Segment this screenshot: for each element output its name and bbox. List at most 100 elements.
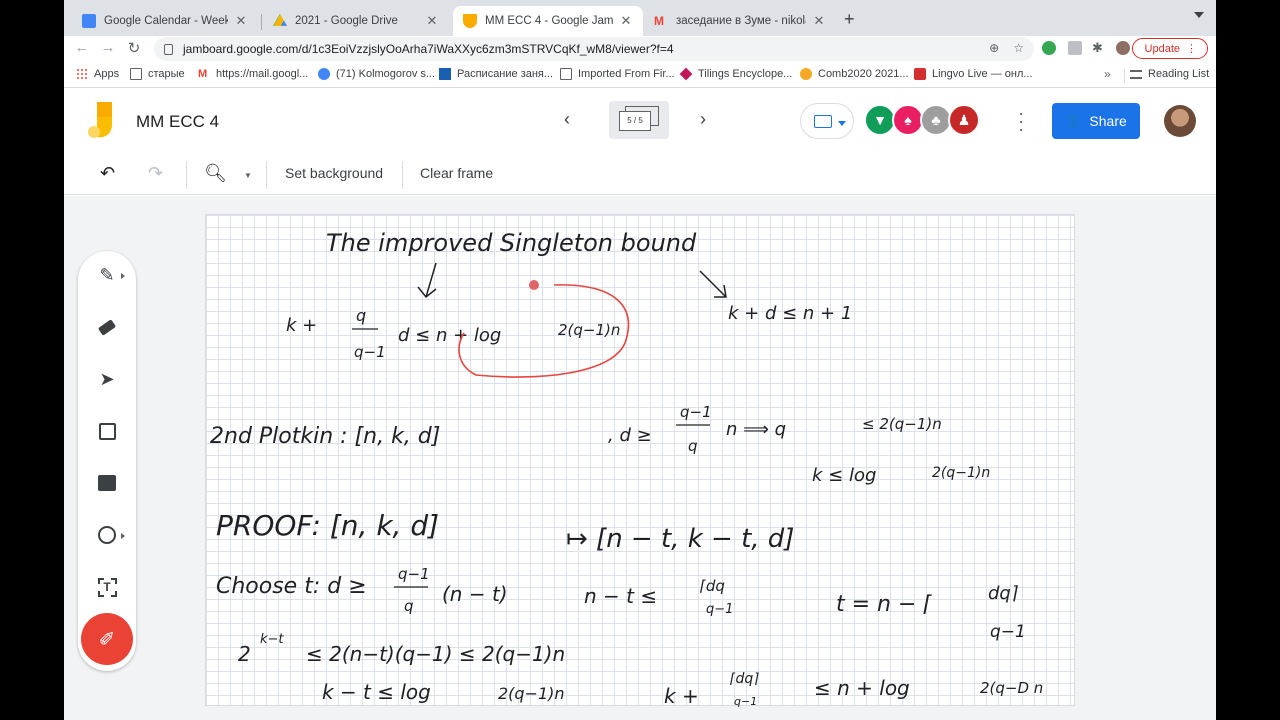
bookmark-gmail[interactable]: M https://mail.googl... (198, 68, 308, 80)
plotkin-frac-den: q (688, 437, 698, 455)
calendar-icon (82, 14, 96, 28)
close-icon[interactable]: ✕ (425, 13, 439, 29)
grammarly-icon[interactable] (1042, 41, 1056, 55)
back-icon[interactable]: ← (72, 39, 92, 56)
collaborator-avatars: ▼ ♠ ♣ ♟ (864, 104, 980, 136)
bookmark-label: старые (148, 68, 185, 80)
undo-icon[interactable]: ↶ (100, 163, 115, 184)
eraser-icon (97, 318, 117, 336)
circle-icon (98, 526, 116, 544)
choose-mid-num: ⌈dq (700, 577, 725, 595)
close-icon[interactable]: ✕ (812, 13, 826, 29)
tab-title: заседание в Зуме - nikolay.ve... (676, 15, 806, 27)
bookmark-apps[interactable]: Apps (76, 68, 119, 80)
bookmark-lingvo[interactable]: Lingvo Live — онл... (914, 68, 1033, 80)
ineq-tail: ≤ 2(n−t)(q−1) ≤ 2(q−1)n (306, 642, 565, 666)
address-bar[interactable]: jamboard.google.com/d/1c3EoiVzzjslyOoArh… (154, 37, 1034, 61)
choose-right-den: q−1 (990, 622, 1026, 642)
tab-title: MM ECC 4 - Google Jamboard (485, 15, 613, 27)
plotkin-result2: k ≤ log (812, 465, 876, 486)
avatar[interactable]: ♟ (948, 104, 980, 136)
bookmark-folder-old[interactable]: старые (130, 68, 185, 80)
laser-tool[interactable]: ✐ (81, 613, 133, 665)
star-icon[interactable]: ☆ (1013, 41, 1024, 55)
bookmark-label: Расписание заня... (457, 68, 554, 80)
title-text: The improved Singleton bound (326, 229, 697, 257)
formula1-frac-num: q (356, 306, 366, 325)
tab-google-calendar[interactable]: Google Calendar - Week of 22... ✕ (72, 6, 258, 36)
browser-toolbar: ← → ↻ jamboard.google.com/d/1c3EoiVzzjsl… (64, 36, 1216, 62)
zoom-icon[interactable]: 🔍︎ (204, 163, 227, 184)
bookmark-imported[interactable]: Imported From Fir... (560, 68, 675, 80)
laser-pointer-dot (529, 280, 539, 290)
gmail-icon: M (654, 14, 664, 28)
forward-icon[interactable]: → (98, 39, 118, 56)
shape-tool[interactable] (87, 515, 127, 555)
lingvo-icon (914, 68, 926, 80)
add-image-tool[interactable] (87, 463, 127, 503)
formula1-frac-den: q−1 (354, 343, 386, 361)
proof-text: PROOF: [n, k, d] (216, 509, 439, 542)
bookmark-label: Comb2020 2021... (818, 68, 909, 80)
tab-google-drive[interactable]: 2021 - Google Drive ✕ (263, 6, 449, 36)
next-frame-icon[interactable]: › (700, 109, 706, 130)
bookmark-schedule[interactable]: Расписание заня... (439, 68, 553, 80)
eraser-tool[interactable] (87, 307, 127, 347)
clear-frame-button[interactable]: Clear frame (420, 165, 493, 181)
frame-counter: 5 / 5 (619, 111, 651, 131)
redo-icon[interactable]: ↷ (148, 163, 163, 184)
zoom-icon[interactable]: ⊕ (989, 41, 999, 55)
choose-frac-num: q−1 (398, 565, 430, 583)
update-button[interactable]: Update ⋮ (1131, 38, 1208, 59)
whiteboard[interactable]: The improved Singleton bound k + q q−1 d… (205, 214, 1075, 707)
url-text: jamboard.google.com/d/1c3EoiVzzjslyOoArh… (183, 42, 674, 56)
proof-map: ↦ [n − t, k − t, d] (566, 524, 794, 554)
account-avatar[interactable] (1164, 105, 1196, 137)
people-icon (318, 68, 330, 80)
formula1-right: d ≤ n + log (398, 325, 501, 346)
new-tab-button[interactable]: + (844, 9, 855, 30)
previous-frame-icon[interactable]: ‹ (564, 109, 570, 130)
apps-grid-icon (76, 68, 88, 80)
text-box-tool[interactable]: T (87, 567, 127, 607)
update-label: Update (1144, 42, 1180, 55)
gmail-icon: M (198, 68, 208, 80)
reload-icon[interactable]: ↻ (124, 39, 144, 57)
present-button[interactable] (800, 103, 854, 139)
select-tool[interactable]: ➤ (87, 359, 127, 399)
tab-gmail[interactable]: M заседание в Зуме - nikolay.ve... ✕ (644, 6, 836, 36)
frame-bar-button[interactable]: 5 / 5 (609, 101, 669, 139)
bookmark-kolmogorov[interactable]: (71) Kolmogorov s... (318, 68, 435, 80)
cursor-icon: ➤ (99, 368, 115, 389)
last-right: k + (664, 684, 699, 707)
pen-tool[interactable]: ✎ (87, 255, 127, 295)
jamboard-icon (463, 14, 477, 28)
sticky-note-tool[interactable] (87, 411, 127, 451)
close-icon[interactable]: ✕ (619, 13, 633, 29)
board-title[interactable]: MM ECC 4 (136, 112, 219, 132)
more-vert-icon[interactable]: · · · (1018, 104, 1024, 138)
bookmark-tilings[interactable]: Tilings Encyclope... (679, 67, 792, 81)
browser-window: Google Calendar - Week of 22... ✕ 2021 -… (64, 0, 1216, 720)
bookmarks-more-icon[interactable]: » (1104, 67, 1111, 81)
chevron-down-icon[interactable]: ▼ (244, 171, 252, 180)
puzzle-icon[interactable]: ✱ (1092, 41, 1106, 55)
set-background-button[interactable]: Set background (285, 165, 383, 181)
tab-search-icon[interactable] (1194, 12, 1204, 18)
reading-list[interactable]: Reading List (1130, 68, 1209, 80)
canvas-area: The improved Singleton bound k + q q−1 d… (64, 196, 1216, 720)
more-vert-icon: ⋮ (1186, 43, 1197, 55)
close-icon[interactable]: ✕ (234, 13, 248, 29)
extension-icon[interactable] (1068, 41, 1082, 55)
ineq-base: 2 (238, 642, 251, 666)
choose-mid-den: q−1 (706, 602, 733, 617)
profile-icon[interactable] (1116, 41, 1130, 55)
bookmark-comb2020[interactable]: Comb2020 2021... (800, 68, 909, 80)
share-button[interactable]: 👤 Share (1052, 103, 1140, 139)
formula1-tail: 2(q−1)n (558, 321, 620, 339)
tab-jamboard[interactable]: MM ECC 4 - Google Jamboard ✕ (453, 6, 643, 36)
choose-right-num: dq⌉ (988, 583, 1019, 604)
tab-title: 2021 - Google Drive (295, 15, 398, 27)
reading-list-label: Reading List (1148, 68, 1210, 80)
bookmarks-bar: Apps старые M https://mail.googl... (71)… (64, 62, 1216, 88)
